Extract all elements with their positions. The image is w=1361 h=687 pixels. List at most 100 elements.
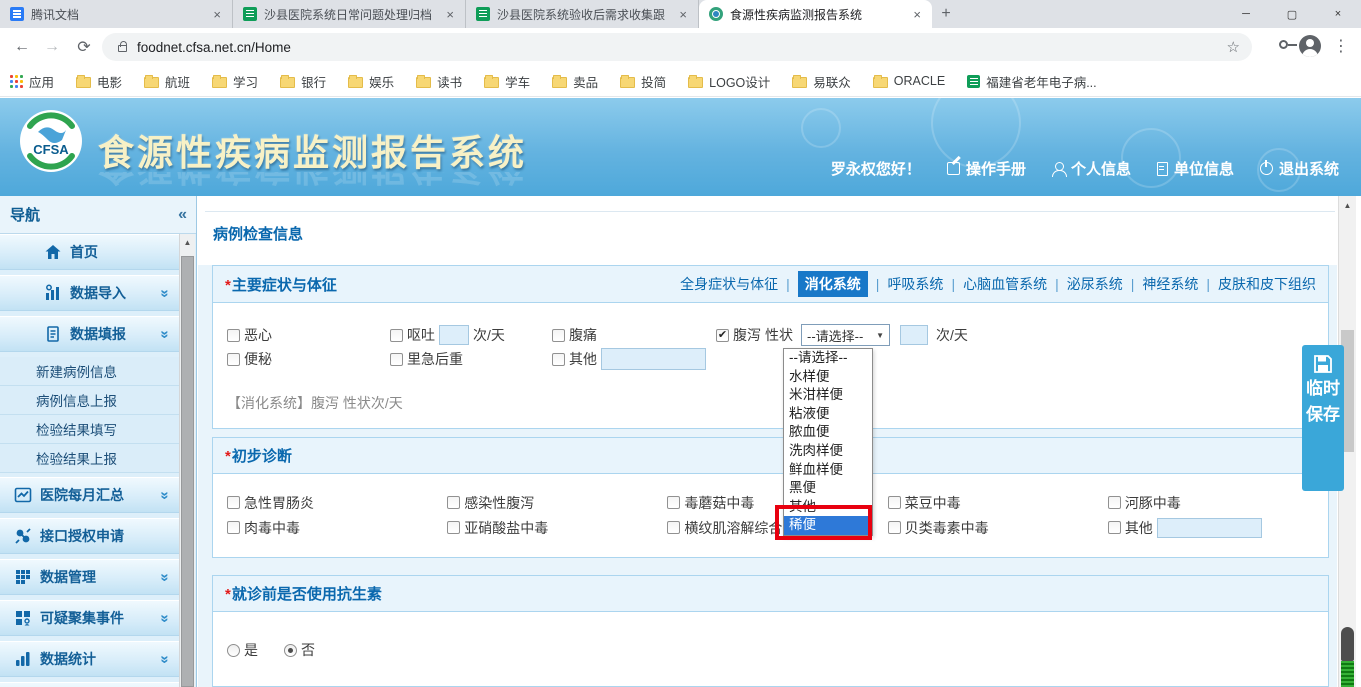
bookmark-star-icon[interactable]: ☆ [1227,38,1240,56]
checkbox[interactable] [552,352,565,366]
dropdown-option[interactable]: --请选择-- [784,349,872,368]
sidebar-subitem-case-report[interactable]: 病例信息上报 [0,386,181,415]
dropdown-option[interactable]: 脓血便 [784,423,872,442]
browser-menu-icon[interactable]: ⋮ [1333,36,1349,56]
checkbox[interactable] [390,352,403,366]
checkbox-tenesmus[interactable]: 里急后重 [390,349,552,369]
checkbox-bean-poisoning[interactable]: 菜豆中毒 [887,493,1108,513]
bookmark-folder[interactable]: 读书 [416,72,462,91]
checkbox[interactable] [390,328,403,342]
tab-foodnet-active[interactable]: 食源性疾病监测报告系统 × [699,0,932,28]
bookmark-folder[interactable]: ORACLE [872,74,945,88]
checkbox-other-diagnosis[interactable]: 其他 [1107,517,1328,538]
tab-systemic[interactable]: 全身症状与体征 [680,274,778,294]
other-symptom-input[interactable] [601,348,706,370]
tab-skin[interactable]: 皮肤和皮下组织 [1218,274,1316,294]
tab-cardiovascular[interactable]: 心脑血管系统 [963,274,1047,294]
bookmark-folder[interactable]: 投简 [620,72,666,91]
dropdown-option[interactable]: 鲜血样便 [784,461,872,480]
reload-button[interactable]: ⟳ [72,35,96,59]
sidebar-item-home[interactable]: 首页 [0,234,181,270]
scroll-up-icon[interactable]: ▲ [180,234,195,252]
tab-close-icon[interactable]: × [676,7,690,22]
sidebar-item-monthly-summary[interactable]: 医院每月汇总 » [0,477,181,513]
checkbox[interactable] [447,496,461,509]
dropdown-option[interactable]: 米泔样便 [784,386,872,405]
checkbox-vomit[interactable]: 呕吐 次/天 [390,325,552,345]
checkbox[interactable] [227,521,240,534]
url-text[interactable]: foodnet.cfsa.net.cn/Home [137,40,291,55]
minimize-button[interactable]: ─ [1223,0,1269,28]
checkbox-other-symptom[interactable]: 其他 [552,348,1328,370]
tab-tencent-docs[interactable]: 腾讯文档 × [0,0,233,28]
checkbox-gastroenteritis[interactable]: 急性胃肠炎 [227,493,447,513]
bookmark-doc[interactable]: 福建省老年电子病... [967,72,1097,91]
temp-save-button[interactable]: 临时保存 [1302,345,1344,491]
sidebar-item-api-auth[interactable]: 接口授权申请 [0,518,181,554]
back-button[interactable]: ← [10,35,34,59]
other-diagnosis-input[interactable] [1156,517,1262,538]
checkbox-infectious-diarrhea[interactable]: 感染性腹泻 [447,493,667,513]
diarrhea-count-input[interactable] [900,325,928,345]
bookmark-apps[interactable]: 应用 [10,72,54,91]
tab-close-icon[interactable]: × [443,7,457,22]
radio-button-selected[interactable] [284,643,297,657]
dropdown-option[interactable]: 水样便 [784,368,872,387]
tab-close-icon[interactable]: × [910,7,924,22]
tab-digestive[interactable]: 消化系统 [797,271,868,297]
checkbox-checked[interactable]: ✔ [716,328,729,342]
checkbox[interactable] [887,496,901,509]
dropdown-option[interactable]: 粘液便 [784,405,872,424]
dropdown-option[interactable]: 洗肉样便 [784,442,872,461]
profile-link[interactable]: 个人信息 [1051,158,1131,179]
checkbox[interactable] [1107,496,1121,509]
checkbox[interactable] [552,328,565,342]
org-info-link[interactable]: 单位信息 [1156,158,1234,179]
bookmark-folder[interactable]: 学车 [484,72,530,91]
radio-no[interactable]: 否 [284,640,315,660]
tab-sheet-tracking[interactable]: 沙县医院系统验收后需求收集跟 × [466,0,699,28]
radio-button[interactable] [227,643,240,657]
tab-sheet-archive[interactable]: 沙县医院系统日常问题处理归档 × [233,0,466,28]
sidebar-item-monitor-warning[interactable]: 监测预警 » [0,682,181,687]
checkbox[interactable] [227,352,240,366]
profile-avatar[interactable] [1299,35,1321,57]
sidebar-subitem-test-fill[interactable]: 检验结果填写 [0,415,181,444]
stool-trait-select[interactable]: --请选择-- ▼ [801,324,890,346]
sidebar-item-statistics[interactable]: 数据统计 » [0,641,181,677]
checkbox-diarrhea[interactable]: ✔ 腹泻 性状 --请选择-- ▼ 次/天 [716,324,1328,346]
bookmark-folder[interactable]: 银行 [280,72,326,91]
manual-link[interactable]: 操作手册 [946,158,1026,179]
checkbox-nitrite-poisoning[interactable]: 亚硝酸盐中毒 [447,518,667,538]
bookmark-folder[interactable]: 航班 [144,72,190,91]
password-key-icon[interactable] [1279,40,1297,49]
sidebar-item-data-manage[interactable]: 数据管理 » [0,559,181,595]
checkbox[interactable] [447,521,461,534]
checkbox-pufferfish-poisoning[interactable]: 河豚中毒 [1107,493,1328,513]
tab-respiratory[interactable]: 呼吸系统 [887,274,943,294]
forward-button[interactable]: → [40,35,64,59]
checkbox-botulism[interactable]: 肉毒中毒 [227,518,447,538]
sidebar-subitem-test-report[interactable]: 检验结果上报 [0,444,181,473]
scroll-up-icon[interactable]: ▲ [1339,196,1356,214]
checkbox[interactable] [887,521,901,534]
checkbox-nausea[interactable]: 恶心 [227,325,390,345]
dropdown-option[interactable]: 黑便 [784,479,872,498]
collapse-icon[interactable]: « [178,206,187,224]
tab-close-icon[interactable]: × [210,7,224,22]
sidebar-item-data-import[interactable]: 数据导入 » [0,275,181,311]
sidebar-item-data-entry[interactable]: 数据填报 » [0,316,181,352]
logout-link[interactable]: 退出系统 [1259,158,1339,179]
bookmark-folder[interactable]: 娱乐 [348,72,394,91]
checkbox-shellfish-toxin[interactable]: 贝类毒素中毒 [887,518,1108,538]
checkbox-constipation[interactable]: 便秘 [227,349,390,369]
new-tab-button[interactable]: + [932,0,960,28]
sidebar-subitem-new-case[interactable]: 新建病例信息 [0,357,181,386]
checkbox[interactable] [667,521,681,534]
radio-yes[interactable]: 是 [227,640,258,660]
sidebar-scrollbar-thumb[interactable] [181,256,194,687]
address-bar[interactable]: foodnet.cfsa.net.cn/Home ☆ [102,33,1252,61]
checkbox[interactable] [667,496,681,509]
checkbox[interactable] [227,496,240,509]
bookmark-folder[interactable]: 易联众 [792,72,851,91]
